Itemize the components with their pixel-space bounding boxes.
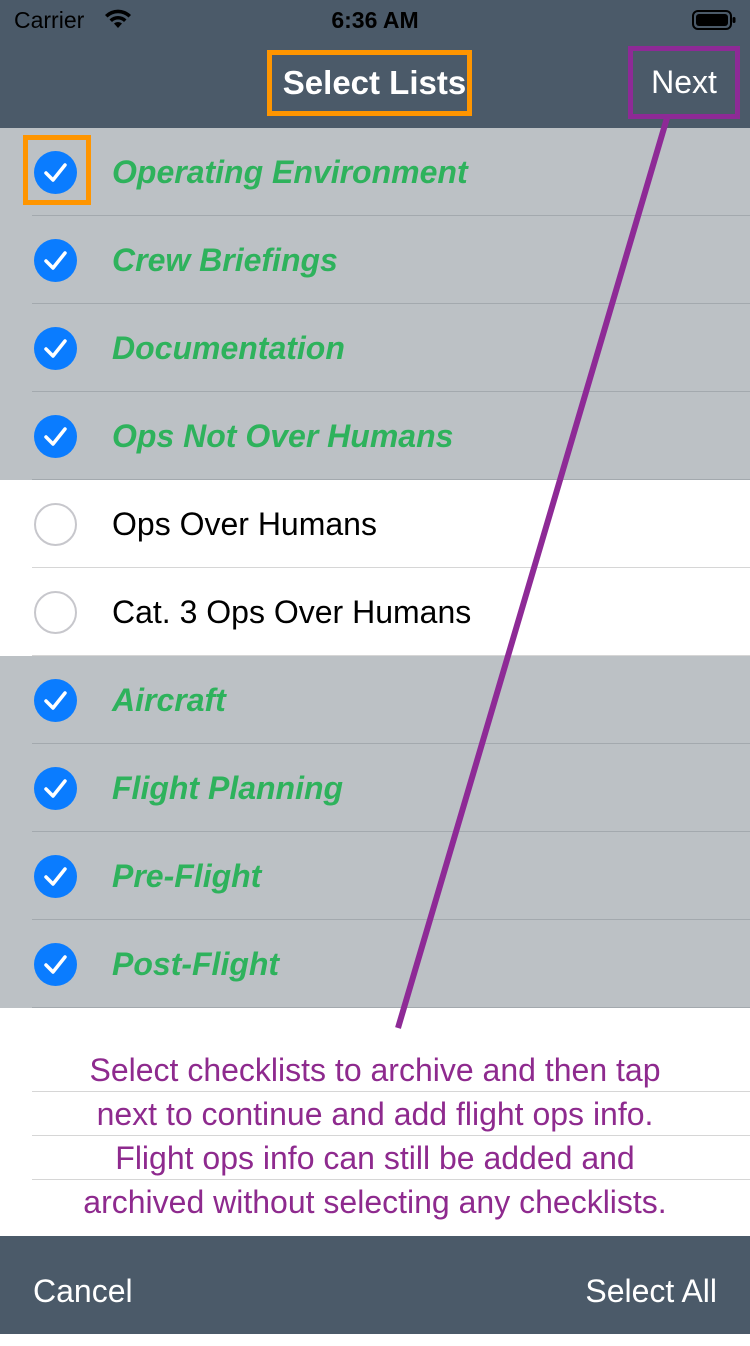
- list-item-label: Post-Flight: [112, 946, 280, 982]
- list-item-label: Ops Over Humans: [112, 506, 377, 542]
- list-row[interactable]: Ops Over Humans: [0, 480, 750, 568]
- checkbox[interactable]: [34, 767, 77, 810]
- checkmark-icon: [44, 251, 67, 270]
- list-row[interactable]: Pre-Flight: [0, 832, 750, 920]
- message-line: archived without selecting any checklist…: [83, 1184, 667, 1220]
- checkbox-highlight-box: [23, 135, 91, 205]
- row-divider: [32, 1007, 750, 1008]
- message-line: Flight ops info can still be added and: [0, 1136, 750, 1180]
- checkbox[interactable]: [34, 327, 77, 370]
- list-row[interactable]: Operating Environment: [0, 128, 750, 216]
- list-item-label: Operating Environment: [112, 154, 468, 190]
- checkmark-icon: [44, 867, 67, 886]
- list-item-label: Flight Planning: [112, 770, 344, 806]
- checkbox[interactable]: [34, 239, 77, 282]
- list-row[interactable]: Flight Planning: [0, 744, 750, 832]
- checkmark-icon: [44, 779, 67, 798]
- navigation-bar: Carrier 6:36 AM Select Lists Next: [0, 0, 750, 128]
- list-row[interactable]: Crew Briefings: [0, 216, 750, 304]
- message-line: Select checklists to archive and then ta…: [0, 1048, 750, 1092]
- checkmark-icon: [44, 691, 67, 710]
- title-highlight-box: [267, 50, 472, 116]
- cancel-button[interactable]: Cancel: [33, 1236, 133, 1346]
- checkmark-icon: [44, 955, 67, 974]
- message-line: next to continue and add flight ops info…: [0, 1092, 750, 1136]
- checkbox[interactable]: [34, 591, 77, 634]
- checkmark-icon: [44, 427, 67, 446]
- list-item-label: Pre-Flight: [112, 858, 262, 894]
- list-row[interactable]: Documentation: [0, 304, 750, 392]
- list-item-label: Ops Not Over Humans: [112, 418, 454, 454]
- battery-icon: [692, 10, 736, 30]
- checkbox[interactable]: [34, 415, 77, 458]
- list-item-label: Crew Briefings: [112, 242, 338, 278]
- select-all-button[interactable]: Select All: [585, 1236, 717, 1346]
- list-row[interactable]: Post-Flight: [0, 920, 750, 1008]
- list-item-label: Cat. 3 Ops Over Humans: [112, 594, 472, 630]
- status-time: 6:36 AM: [331, 7, 419, 33]
- checkbox[interactable]: [34, 855, 77, 898]
- checklist-list: Operating Environment Crew Briefings Doc…: [0, 128, 750, 1008]
- list-item-label: Aircraft: [112, 682, 226, 718]
- instruction-message: Select checklists to archive and then ta…: [0, 1048, 750, 1224]
- list-row[interactable]: Ops Not Over Humans: [0, 392, 750, 480]
- status-bar: Carrier 6:36 AM: [0, 0, 750, 40]
- list-row[interactable]: Cat. 3 Ops Over Humans: [0, 568, 750, 656]
- checkbox[interactable]: [34, 679, 77, 722]
- next-highlight-box: [628, 46, 740, 119]
- bottom-toolbar: Cancel Select All: [0, 1236, 750, 1334]
- checkbox[interactable]: [34, 943, 77, 986]
- list-row[interactable]: Aircraft: [0, 656, 750, 744]
- checkbox[interactable]: [34, 503, 77, 546]
- checkmark-icon: [44, 339, 67, 358]
- list-item-label: Documentation: [112, 330, 345, 366]
